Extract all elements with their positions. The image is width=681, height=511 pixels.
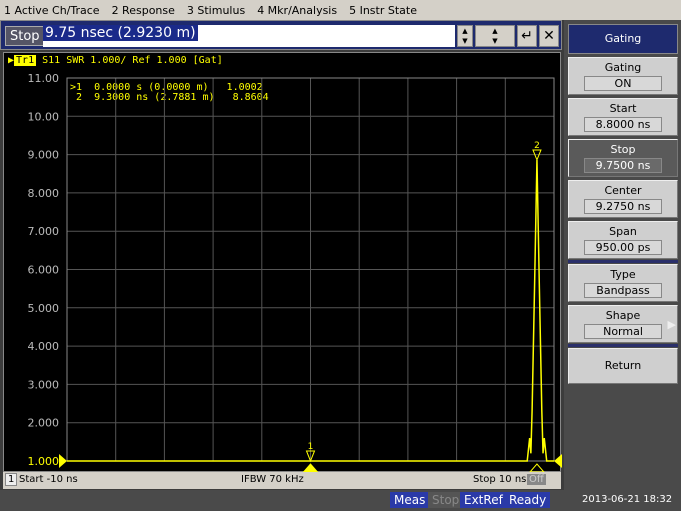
softkey-title: Gating [568, 24, 678, 54]
y-tick-label: 5.000 [28, 302, 60, 315]
enter-icon[interactable]: ↵ [517, 25, 537, 47]
ref-left-arrow-icon [59, 454, 67, 468]
softkey-shape[interactable]: Shape Normal ▶ [568, 305, 678, 343]
y-tick-label: 9.000 [28, 149, 60, 162]
meas-badge: Meas [390, 492, 430, 508]
marker-label: 2 [534, 141, 540, 151]
y-tick-label: 1.000 [28, 455, 60, 468]
trace-plot[interactable]: ▶ Tr1 S11 SWR 1.000/ Ref 1.000 [Gat] >1 0… [3, 52, 562, 473]
entry-value[interactable]: 9.75 nsec (2.9230 m) [43, 25, 198, 41]
softkey-gating[interactable]: Gating ON [568, 57, 678, 95]
softkey-type[interactable]: Type Bandpass [568, 264, 678, 302]
spin-up-down[interactable]: ▲ ▼ [457, 25, 473, 47]
softkey-span[interactable]: Span 950.00 ps [568, 221, 678, 259]
menu-response[interactable]: 2 Response [112, 4, 175, 17]
softkey-start[interactable]: Start 8.8000 ns [568, 98, 678, 136]
extref-badge: ExtRef [460, 492, 507, 508]
ifbw-status: IFBW 70 kHz [241, 474, 304, 485]
step-up-down[interactable]: ▲ ▼ [475, 25, 515, 47]
entry-input[interactable]: 9.75 nsec (2.9230 m) [43, 25, 455, 47]
menu-stimulus[interactable]: 3 Stimulus [187, 4, 245, 17]
menu-instr-state[interactable]: 5 Instr State [349, 4, 417, 17]
y-tick-label: 2.000 [28, 417, 60, 430]
stop-badge: Stop [428, 492, 464, 508]
channel-number[interactable]: 1 [5, 473, 18, 486]
softkey-panel: Gating Gating ON Start 8.8000 ns Stop 9.750… [564, 20, 681, 490]
y-tick-label: 11.00 [28, 72, 60, 85]
divider [568, 260, 678, 263]
off-status: Off [527, 474, 546, 485]
close-icon[interactable]: ✕ [539, 25, 559, 47]
start-status: Start -10 ns [19, 474, 78, 485]
y-tick-label: 8.000 [28, 187, 60, 200]
menu-mkr-analysis[interactable]: 4 Mkr/Analysis [257, 4, 337, 17]
entry-label: Stop [5, 26, 45, 46]
submenu-arrow-icon: ▶ [667, 318, 676, 331]
softkey-center[interactable]: Center 9.2750 ns [568, 180, 678, 218]
softkey-return[interactable]: Return [568, 348, 678, 384]
ref-right-arrow-icon [554, 454, 562, 468]
datetime: 2013-06-21 18:32 [582, 494, 673, 505]
stop-status: Stop 10 ns [473, 474, 527, 485]
marker-label: 1 [308, 442, 314, 452]
ready-badge: Ready [505, 492, 551, 508]
entry-bar: Stop 9.75 nsec (2.9230 m) ▲ ▼ ▲ ▼ ↵ ✕ [0, 20, 562, 50]
channel-status-bar: 1 Start -10 ns IFBW 70 kHz Stop 10 ns Of… [3, 472, 561, 489]
y-tick-label: 10.00 [28, 110, 60, 123]
softkey-stop[interactable]: Stop 9.7500 ns [568, 139, 678, 177]
y-tick-label: 7.000 [28, 225, 60, 238]
menu-active-ch-trace[interactable]: 1 Active Ch/Trace [4, 4, 100, 17]
divider [568, 344, 678, 347]
y-tick-label: 3.000 [28, 378, 60, 391]
instrument-status-bar: Meas Stop ExtRef Ready 2013-06-21 18:32 [0, 490, 681, 511]
menu-bar: 1 Active Ch/Trace 2 Response 3 Stimulus … [0, 0, 681, 20]
y-tick-label: 4.000 [28, 340, 60, 353]
y-tick-label: 6.000 [28, 264, 60, 277]
marker-position-icon [302, 463, 319, 473]
chart-svg: 11.00 10.00 9.000 8.000 7.000 6.000 5.000 4.000… [28, 72, 562, 473]
marker-position-icon [528, 463, 546, 473]
